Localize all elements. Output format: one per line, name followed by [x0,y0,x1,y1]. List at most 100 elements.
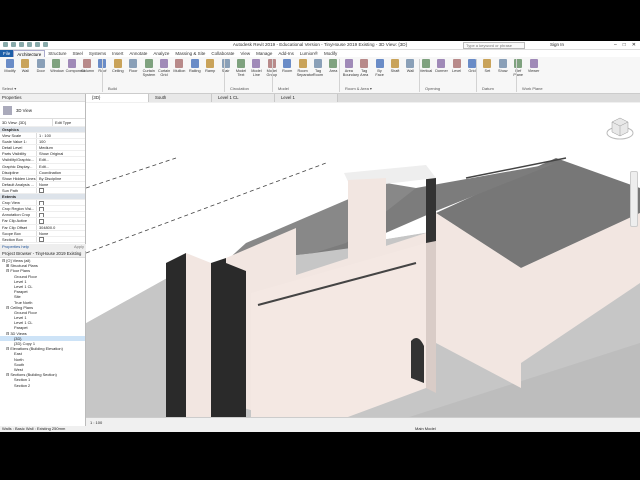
document-tab[interactable]: South [149,94,212,102]
property-value[interactable]: 100 [36,139,85,145]
property-name: Detail Level [2,145,23,151]
tab-lumion-[interactable]: Lumion® [297,50,321,57]
checkbox[interactable] [39,188,44,194]
ribbon-button-curtain-system[interactable]: Curtain System [143,59,155,77]
property-value[interactable]: Coordination [36,169,85,175]
document-tab[interactable]: Level 1 CL [212,94,275,102]
ribbon-button-show[interactable]: Show [497,59,509,73]
ribbon-button-label: Model Line [251,69,262,77]
tab-systems[interactable]: Systems [86,50,109,57]
ribbon-button-component[interactable]: Component [66,59,85,73]
property-name: Default Analysis ... [2,181,35,187]
ribbon-button-mullion[interactable]: Mullion [173,59,185,73]
ribbon-button-viewer[interactable]: Viewer [528,59,540,73]
property-value[interactable] [36,218,85,224]
close-icon[interactable]: ✕ [632,42,636,48]
checkbox[interactable] [39,200,44,206]
ribbon-button-level[interactable]: Level [451,59,463,73]
tab-steel[interactable]: Steel [70,50,86,57]
window-controls[interactable]: – □ ✕ [614,42,636,48]
ribbon-button-railing[interactable]: Railing [189,59,201,73]
ribbon-button-area[interactable]: Area [327,59,339,73]
set-icon [483,59,492,68]
tab-annotate[interactable]: Annotate [126,50,150,57]
property-value[interactable]: By Discipline [36,175,85,181]
type-selector[interactable]: 3D View [0,102,85,119]
ribbon-button-floor[interactable]: Floor [127,59,139,73]
ribbon-button-ref-plane[interactable]: Ref Plane [512,59,524,77]
browser-tree-item[interactable]: Section 2 [0,383,85,388]
tab-structure[interactable]: Structure [45,50,69,57]
tab-manage[interactable]: Manage [253,50,275,57]
ribbon-button-modify[interactable]: Modify [4,59,16,73]
property-value[interactable] [36,200,85,206]
edit-type-button[interactable]: Edit Type [52,119,85,126]
property-value[interactable]: Medium [36,145,85,151]
ribbon-button-room-separator[interactable]: Room Separator [297,59,313,77]
property-value[interactable] [36,187,85,194]
ribbon-button-ceiling[interactable]: Ceiling [112,59,124,73]
ribbon-button-model-text[interactable]: Model Text [235,59,247,77]
tab-add-ins[interactable]: Add-Ins [275,50,297,57]
ribbon-button-by-face[interactable]: By Face [374,59,386,77]
property-row: Section Box [0,236,85,243]
properties-help-link[interactable]: Properties help [2,244,29,249]
maximize-icon[interactable]: □ [623,42,626,48]
navigation-bar[interactable] [630,171,638,227]
property-value[interactable] [36,212,85,218]
tab-analyze[interactable]: Analyze [150,50,172,57]
tab-collaborate[interactable]: Collaborate [208,50,237,57]
property-value[interactable]: None [36,181,85,187]
viewcube-icon[interactable] [606,113,634,141]
tab-view[interactable]: View [237,50,253,57]
ribbon-button-shaft[interactable]: Shaft [389,59,401,73]
checkbox[interactable] [39,206,44,212]
ribbon-button-dormer[interactable]: Dormer [435,59,448,73]
ribbon-button-ramp[interactable]: Ramp [204,59,216,73]
checkbox[interactable] [39,237,44,242]
ribbon-button-door[interactable]: Door [35,59,47,73]
instance-selector[interactable]: 3D View: {3D} [0,119,52,126]
ribbon-button-set[interactable]: Set [481,59,493,73]
search-input[interactable]: Type a keyword or phrase [463,42,525,49]
ribbon-button-model-line[interactable]: Model Line [250,59,262,77]
ribbon-button-label: Tag Room [312,69,324,77]
property-value[interactable]: 1 : 100 [36,133,85,139]
door-icon [36,59,45,68]
3d-viewport[interactable] [86,103,640,417]
document-tab[interactable]: Level 1 [275,94,338,102]
ribbon-button-vertical[interactable]: Vertical [420,59,432,73]
tab-insert[interactable]: Insert [109,50,126,57]
ribbon-button-wall[interactable]: Wall [404,59,416,73]
ribbon-button-label: Ref Plane [513,69,524,77]
property-value[interactable]: Edit... [36,157,85,163]
apply-button[interactable]: Apply [74,244,84,250]
3d-model-view[interactable] [86,103,640,417]
ribbon-button-stair[interactable]: Stair [220,59,232,73]
ribbon-button-window[interactable]: Window [50,59,64,73]
property-value[interactable]: None [36,230,85,236]
checkbox[interactable] [39,212,44,218]
property-value[interactable]: 304800.0 [36,224,85,230]
property-value[interactable]: Show Original [36,151,85,157]
ribbon-button-column[interactable]: Column [81,59,94,73]
ribbon-button-curtain-grid[interactable]: Curtain Grid [158,59,170,77]
property-value[interactable] [36,236,85,242]
minimize-icon[interactable]: – [614,42,617,48]
tab-file[interactable]: File [0,50,14,57]
ribbon-button-tag-room[interactable]: Tag Room [312,59,324,77]
document-tab[interactable]: {3D} [86,94,149,102]
panel-separator [516,59,517,92]
tab-modify[interactable]: Modify [321,50,340,57]
checkbox[interactable] [39,218,44,224]
view-scale[interactable]: 1 : 100 [90,420,102,425]
ribbon-button-area-boundary[interactable]: Area Boundary [343,59,359,77]
ribbon-button-wall[interactable]: Wall [19,59,31,73]
sign-in-link[interactable]: Sign In [550,42,564,47]
ribbon-button-tag-area[interactable]: Tag Area [358,59,370,77]
property-value[interactable]: Edit... [36,163,85,169]
tab-massing-site[interactable]: Massing & Site [172,50,208,57]
ribbon-button-room[interactable]: Room [281,59,293,73]
panel-label: Build [108,86,117,91]
property-value[interactable] [36,206,85,212]
